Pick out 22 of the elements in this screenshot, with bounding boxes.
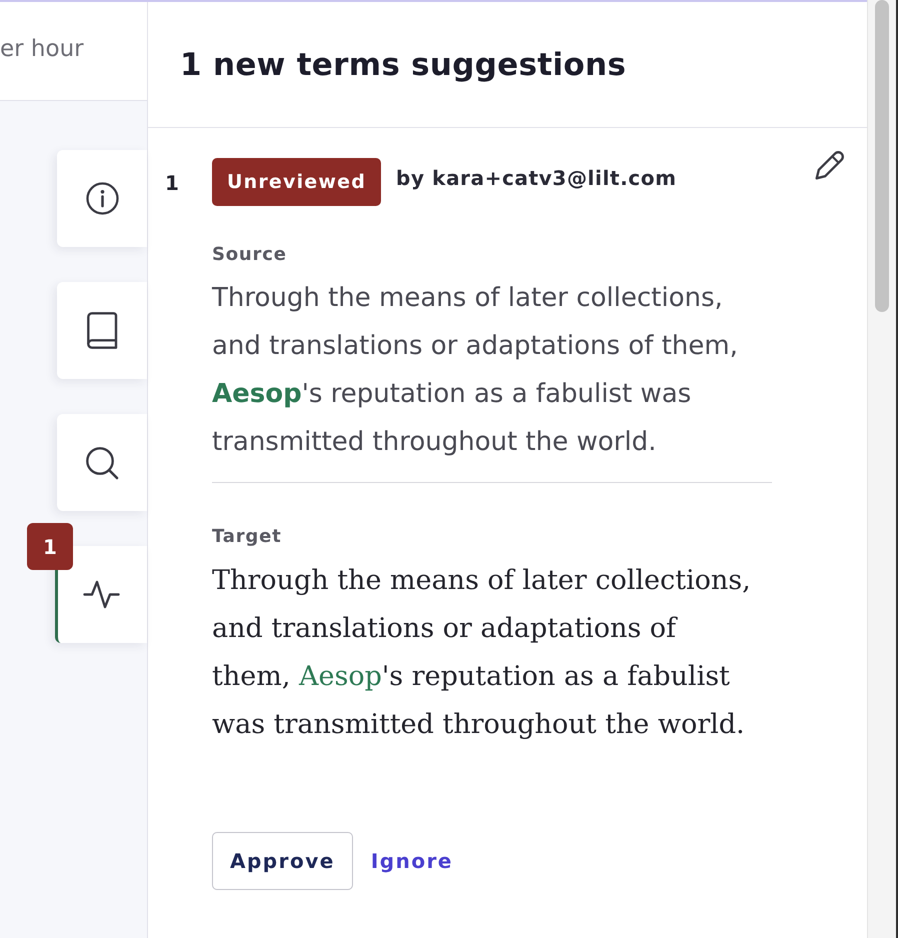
side-tab[interactable]: [57, 414, 147, 511]
panel-title: 1 new terms suggestions: [180, 46, 626, 82]
section-label: Target: [212, 525, 282, 549]
author-label: by kara+catv3@lilt.com: [396, 166, 677, 190]
scrollbar-thumb[interactable]: [875, 0, 889, 312]
scrollbar-track[interactable]: [867, 0, 898, 938]
target-text: Through the means of later collections, and translations or adaptations of them, Aesop's reputation as a fabulist was transmitted throughout the world.: [212, 564, 752, 742]
ignore-link[interactable]: Ignore: [370, 849, 453, 873]
side-tab[interactable]: [57, 282, 147, 379]
source-text: Through the means of later collections, and translations or adaptations of them, Aesop's reputation as a fabulist was transmitted throughout the world.: [212, 282, 739, 459]
count-badge: 1: [27, 523, 73, 570]
side-tab[interactable]: [55, 546, 147, 643]
approve-button[interactable]: Approve: [212, 832, 353, 890]
side-tab[interactable]: [57, 150, 147, 247]
search-icon: [85, 446, 119, 480]
pulse-icon: [82, 579, 120, 610]
item-number: 1: [165, 171, 180, 195]
book-icon: [86, 312, 118, 349]
header-text: er hour: [0, 36, 84, 62]
info-icon: [86, 182, 118, 215]
section-label: Source: [212, 243, 288, 267]
status-badge: Unreviewed: [212, 158, 382, 206]
